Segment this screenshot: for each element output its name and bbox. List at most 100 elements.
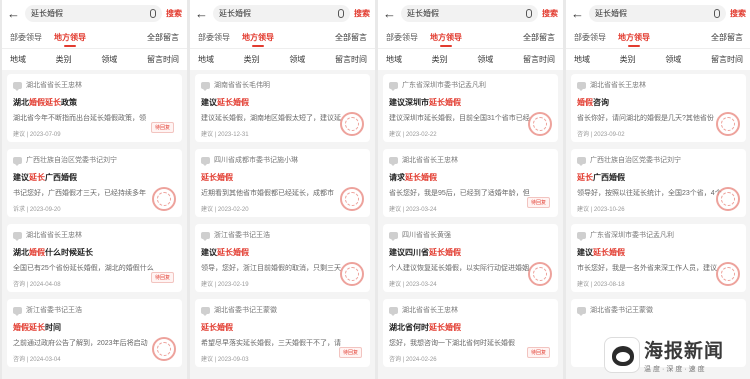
message-card[interactable]: 广西壮族自治区党委书记刘宁 延长广西婚假 领导好，按照以往延长统计，全国23个省，4… (571, 149, 746, 217)
microphone-icon[interactable] (714, 8, 720, 18)
filter-region[interactable]: 地域 (198, 54, 214, 65)
message-card[interactable]: 广东省深圳市委书记孟凡利 建议深圳市延长婚假 建议深圳市延长婚假，目前全国31个省市… (383, 74, 558, 142)
filter-time[interactable]: 留言时间 (523, 54, 555, 65)
recipient-name: 浙江省委书记王浩 (26, 307, 82, 314)
filter-field[interactable]: 领域 (477, 54, 493, 65)
search-button[interactable]: 搜索 (730, 8, 746, 19)
card-title[interactable]: 延长婚假 (201, 322, 364, 333)
card-title[interactable]: 婚假咨询 (577, 97, 740, 108)
title-suffix: 广西婚假 (593, 173, 625, 182)
filter-category[interactable]: 类别 (244, 54, 260, 65)
filter-category[interactable]: 类别 (56, 54, 72, 65)
title-highlight: 延长婚假 (429, 323, 461, 332)
card-title[interactable]: 建议延长婚假 (577, 247, 740, 258)
message-list: 广东省深圳市委书记孟凡利 建议深圳市延长婚假 建议深圳市延长婚假，目前全国31个省市… (378, 70, 563, 378)
tab-all-messages[interactable]: 全部留言 (711, 32, 743, 43)
filter-time[interactable]: 留言时间 (335, 54, 367, 65)
card-title[interactable]: 建议深圳市延长婚假 (389, 97, 552, 108)
card-title[interactable]: 湖北婚假什么时候延长 (13, 247, 176, 258)
card-title[interactable]: 建议四川省延长婚假 (389, 247, 552, 258)
search-button[interactable]: 搜索 (166, 8, 182, 19)
card-title[interactable]: 延长广西婚假 (577, 172, 740, 183)
filter-category[interactable]: 类别 (432, 54, 448, 65)
message-card[interactable]: 湖北省委书记王蒙徽 延长婚假 希望尽早落实延长婚假，三天婚假干不了，请 建议 | 20… (195, 299, 370, 367)
back-arrow-icon[interactable]: ← (195, 6, 209, 21)
card-title[interactable]: 延长婚假 (201, 172, 364, 183)
reply-seal-icon (340, 112, 364, 136)
card-title[interactable]: 建议延长广西婚假 (13, 172, 176, 183)
message-card[interactable]: 广东省深圳市委书记孟凡利 建议延长婚假 市长您好，我是一名外省来深工作人员，建议 建议… (571, 224, 746, 292)
filter-time[interactable]: 留言时间 (147, 54, 179, 65)
tab-local-leaders[interactable]: 地方领导 (618, 32, 650, 47)
title-highlight: 婚假 (29, 248, 45, 257)
message-card[interactable]: 湖北省省长王忠林 婚假咨询 省长你好，请问湖北的婚假是几天?其他省份 咨询 | 202… (571, 74, 746, 142)
tab-local-leaders[interactable]: 地方领导 (242, 32, 274, 47)
tab-local-leaders[interactable]: 地方领导 (54, 32, 86, 47)
tab-all-messages[interactable]: 全部留言 (335, 32, 367, 43)
status-badge: 待回复 (526, 347, 550, 358)
reply-seal-icon (716, 262, 740, 286)
filter-region[interactable]: 地域 (10, 54, 26, 65)
tab-all-messages[interactable]: 全部留言 (523, 32, 555, 43)
back-arrow-icon[interactable]: ← (7, 6, 21, 21)
title-prefix: 湖北 (13, 248, 29, 257)
filter-time[interactable]: 留言时间 (711, 54, 743, 65)
microphone-icon[interactable] (150, 8, 156, 18)
card-title[interactable]: 建议延长婚假 (201, 247, 364, 258)
microphone-icon[interactable] (338, 8, 344, 18)
card-title[interactable]: 湖北省何时延长婚假 (389, 322, 552, 333)
search-input[interactable]: 延长婚假 (401, 4, 538, 22)
search-bar: ← 延长婚假 搜索 (190, 0, 375, 26)
filter-field[interactable]: 领域 (101, 54, 117, 65)
tab-ministry-leaders[interactable]: 部委领导 (574, 32, 606, 43)
search-input[interactable]: 延长婚假 (25, 4, 162, 22)
filter-region[interactable]: 地域 (574, 54, 590, 65)
microphone-icon[interactable] (526, 8, 532, 18)
back-arrow-icon[interactable]: ← (571, 6, 585, 21)
tab-bar: 部委领导 地方领导 全部留言 (2, 26, 187, 48)
search-query: 延长婚假 (407, 8, 439, 18)
filter-field[interactable]: 领域 (665, 54, 681, 65)
tab-ministry-leaders[interactable]: 部委领导 (386, 32, 418, 43)
filter-field[interactable]: 领域 (289, 54, 305, 65)
reply-seal-icon (340, 262, 364, 286)
card-title[interactable]: 建议延长婚假 (201, 97, 364, 108)
title-highlight: 婚假延长 (29, 98, 61, 107)
message-card[interactable]: 湖南省省长毛伟明 建议延长婚假 建议延长婚假，湖南地区婚假太短了，建议延 建议 | 2… (195, 74, 370, 142)
tab-local-leaders[interactable]: 地方领导 (430, 32, 462, 47)
search-button[interactable]: 搜索 (354, 8, 370, 19)
tab-bar: 部委领导 地方领导 全部留言 (190, 26, 375, 48)
back-arrow-icon[interactable]: ← (383, 6, 397, 21)
message-card[interactable]: 浙江省委书记王浩 婚假延长时间 之前通过政府公告了解到，2023年后将启动 咨询 | … (7, 299, 182, 367)
message-card[interactable]: 浙江省委书记王浩 建议延长婚假 领导，您好，浙江目前婚假的取消，只剩三天 建议 | 2… (195, 224, 370, 292)
message-icon (389, 231, 398, 241)
filter-region[interactable]: 地域 (386, 54, 402, 65)
recipient-name: 广西壮族自治区党委书记刘宁 (26, 157, 117, 164)
search-input[interactable]: 延长婚假 (213, 4, 350, 22)
search-button[interactable]: 搜索 (542, 8, 558, 19)
card-title[interactable]: 婚假延长时间 (13, 322, 176, 333)
card-title[interactable]: 请求延长婚假 (389, 172, 552, 183)
card-title[interactable]: 湖北婚假延长政策 (13, 97, 176, 108)
tab-ministry-leaders[interactable]: 部委领导 (198, 32, 230, 43)
title-prefix: 建议 (577, 248, 593, 257)
message-icon (577, 81, 586, 91)
message-card[interactable]: 四川省成都市委书记施小琳 延长婚假 近期看到其他省市婚假都已经延长，成都市 建议 | … (195, 149, 370, 217)
search-input[interactable]: 延长婚假 (589, 4, 726, 22)
card-header: 湖南省省长毛伟明 (201, 80, 364, 91)
message-card[interactable]: 四川省省长黄强 建议四川省延长婚假 个人建议恢复延长婚假，以实际行动促进婚姻 建议 |… (383, 224, 558, 292)
filter-category[interactable]: 类别 (620, 54, 636, 65)
status-badge: 待回复 (150, 272, 174, 283)
message-card[interactable]: 广西壮族自治区党委书记刘宁 建议延长广西婚假 书记您好，广西婚假才三天，已经持续多年… (7, 149, 182, 217)
title-highlight: 延长 (577, 173, 593, 182)
status-badge: 待回复 (150, 122, 174, 133)
message-card[interactable]: 湖北省省长王忠林 请求延长婚假 省长您好，我是95后，已经到了适婚年龄，但 建议 | … (383, 149, 558, 217)
card-header: 广西壮族自治区党委书记刘宁 (13, 155, 176, 166)
title-highlight: 延长婚假 (405, 173, 437, 182)
message-card[interactable]: 湖北省省长王忠林 湖北省何时延长婚假 您好，我想咨询一下湖北省何时延长婚假 咨询 | … (383, 299, 558, 367)
tab-all-messages[interactable]: 全部留言 (147, 32, 179, 43)
card-meta: 建议 | 2023-03-24 (389, 282, 437, 288)
message-card[interactable]: 湖北省省长王忠林 湖北婚假什么时候延长 全国已有25个省份延长婚假，湖北的婚假什么咨… (7, 224, 182, 292)
message-card[interactable]: 湖北省省长王忠林 湖北婚假延长政策 湖北省今年不断指而出台延长婚假政策，领 建议 | … (7, 74, 182, 142)
tab-ministry-leaders[interactable]: 部委领导 (10, 32, 42, 43)
